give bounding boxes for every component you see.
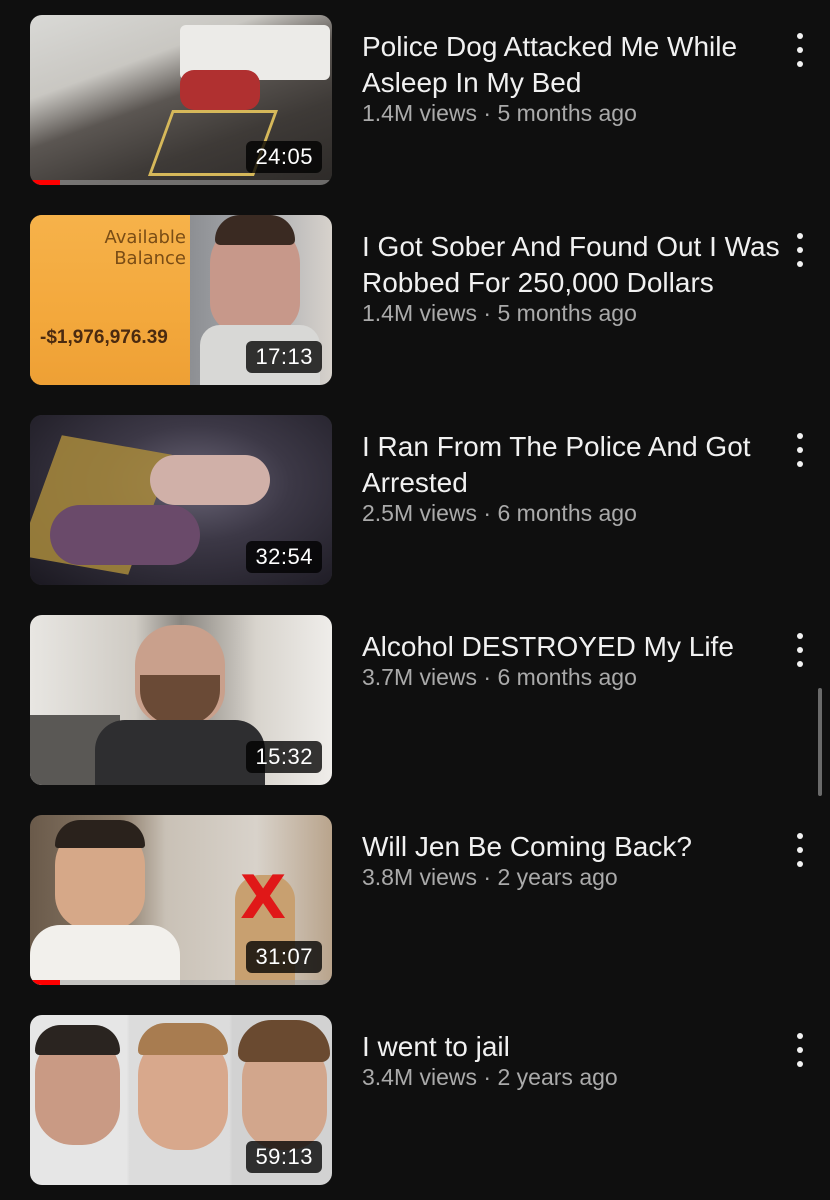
duration-badge: 59:13: [246, 1141, 322, 1173]
thumbnail-balance-panel: Available Balance -$1,976,976.39: [30, 215, 190, 385]
meta-separator: ·: [477, 664, 498, 690]
view-count: 3.4M views: [362, 1064, 478, 1090]
upload-age: 6 months ago: [497, 500, 637, 526]
view-count: 3.8M views: [362, 864, 478, 890]
more-options-icon[interactable]: [788, 1033, 812, 1067]
more-options-icon[interactable]: [788, 33, 812, 67]
video-thumbnail[interactable]: 24:05: [30, 15, 332, 185]
view-count: 1.4M views: [362, 300, 478, 326]
video-item[interactable]: Available Balance -$1,976,976.39 17:13 I…: [0, 215, 830, 385]
video-meta: I Ran From The Police And Got Arrested 2…: [362, 429, 780, 527]
more-options-icon[interactable]: [788, 433, 812, 467]
watch-progress-track: [30, 180, 332, 185]
video-title[interactable]: Police Dog Attacked Me While Asleep In M…: [362, 29, 780, 101]
video-stats: 3.8M views · 2 years ago: [362, 863, 780, 891]
thumbnail-hair: [215, 215, 295, 245]
duration-badge: 24:05: [246, 141, 322, 173]
video-item[interactable]: 15:32 Alcohol DESTROYED My Life 3.7M vie…: [0, 615, 830, 785]
more-options-icon[interactable]: [788, 833, 812, 867]
meta-separator: ·: [477, 500, 498, 526]
video-stats: 3.7M views · 6 months ago: [362, 663, 780, 691]
duration-badge: 32:54: [246, 541, 322, 573]
watch-progress-track: [30, 980, 332, 985]
upload-age: 5 months ago: [497, 300, 637, 326]
meta-separator: ·: [477, 1064, 498, 1090]
video-meta: Alcohol DESTROYED My Life 3.7M views · 6…: [362, 629, 780, 691]
video-item[interactable]: 59:13 I went to jail 3.4M views · 2 year…: [0, 1015, 830, 1185]
thumbnail-shirt: [95, 720, 265, 785]
thumbnail-balance-amount: -$1,976,976.39: [40, 327, 168, 348]
video-stats: 1.4M views · 5 months ago: [362, 299, 780, 327]
watch-progress-bar: [30, 980, 61, 985]
duration-badge: 15:32: [246, 741, 322, 773]
video-thumbnail[interactable]: 15:32: [30, 615, 332, 785]
meta-separator: ·: [477, 864, 498, 890]
video-stats: 2.5M views · 6 months ago: [362, 499, 780, 527]
video-title[interactable]: Alcohol DESTROYED My Life: [362, 629, 780, 665]
meta-separator: ·: [477, 300, 498, 326]
video-item[interactable]: 32:54 I Ran From The Police And Got Arre…: [0, 415, 830, 585]
video-title[interactable]: I Got Sober And Found Out I Was Robbed F…: [362, 229, 780, 301]
video-stats: 1.4M views · 5 months ago: [362, 99, 780, 127]
upload-age: 6 months ago: [497, 664, 637, 690]
video-title[interactable]: Will Jen Be Coming Back?: [362, 829, 780, 865]
scrollbar-thumb[interactable]: [818, 688, 822, 796]
watch-progress-bar: [30, 180, 61, 185]
thumbnail-figure-legs: [50, 505, 200, 565]
mugshot-hair-1: [35, 1025, 120, 1055]
meta-separator: ·: [477, 100, 498, 126]
thumbnail-figure: [180, 70, 260, 110]
mugshot-hair-3: [238, 1020, 330, 1062]
thumbnail-figure: [150, 455, 270, 505]
more-options-icon[interactable]: [788, 633, 812, 667]
video-list: 24:05 Police Dog Attacked Me While Aslee…: [0, 0, 830, 1200]
video-item[interactable]: 24:05 Police Dog Attacked Me While Aslee…: [0, 15, 830, 185]
more-options-icon[interactable]: [788, 233, 812, 267]
view-count: 3.7M views: [362, 664, 478, 690]
video-stats: 3.4M views · 2 years ago: [362, 1063, 780, 1091]
upload-age: 5 months ago: [497, 100, 637, 126]
video-meta: Police Dog Attacked Me While Asleep In M…: [362, 29, 780, 127]
video-meta: I Got Sober And Found Out I Was Robbed F…: [362, 229, 780, 327]
video-thumbnail[interactable]: Available Balance -$1,976,976.39 17:13: [30, 215, 332, 385]
video-item[interactable]: X 31:07 Will Jen Be Coming Back? 3.8M vi…: [0, 815, 830, 985]
video-title[interactable]: I went to jail: [362, 1029, 780, 1065]
upload-age: 2 years ago: [497, 1064, 618, 1090]
mugshot-hair-2: [138, 1023, 228, 1055]
duration-badge: 31:07: [246, 941, 322, 973]
view-count: 1.4M views: [362, 100, 478, 126]
video-meta: Will Jen Be Coming Back? 3.8M views · 2 …: [362, 829, 780, 891]
thumbnail-shirt: [30, 925, 180, 985]
upload-age: 2 years ago: [497, 864, 618, 890]
video-thumbnail[interactable]: X 31:07: [30, 815, 332, 985]
thumbnail-hair: [55, 820, 145, 848]
thumbnail-balance-label: Available Balance: [104, 227, 186, 269]
view-count: 2.5M views: [362, 500, 478, 526]
video-thumbnail[interactable]: 59:13: [30, 1015, 332, 1185]
video-thumbnail[interactable]: 32:54: [30, 415, 332, 585]
video-title[interactable]: I Ran From The Police And Got Arrested: [362, 429, 780, 501]
video-meta: I went to jail 3.4M views · 2 years ago: [362, 1029, 780, 1091]
thumbnail-x-mark: X: [240, 863, 287, 933]
duration-badge: 17:13: [246, 341, 322, 373]
